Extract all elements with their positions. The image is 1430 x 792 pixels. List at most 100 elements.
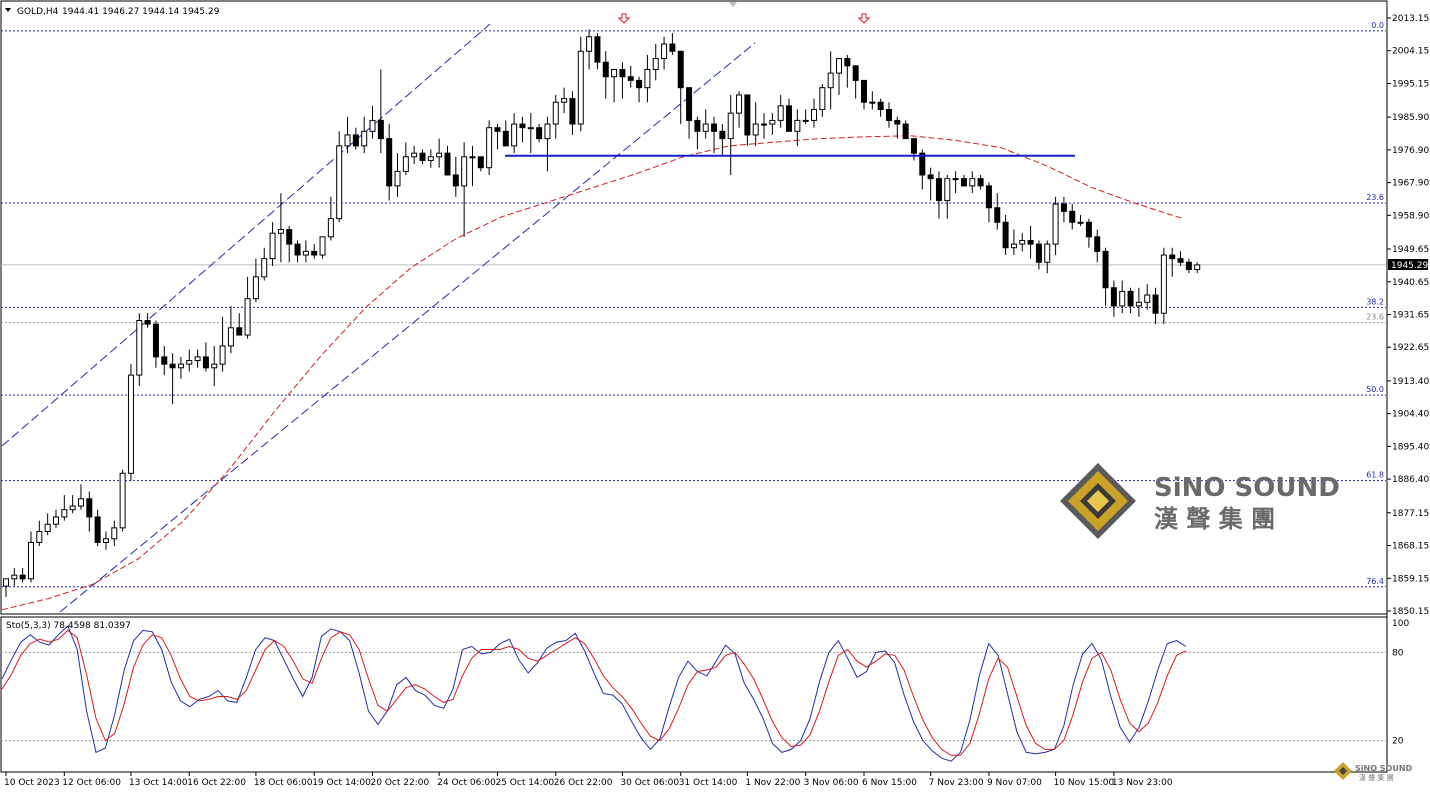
candle-body [177, 363, 184, 369]
price-tick-label: 1868.15 [1392, 542, 1429, 552]
candle-body [236, 327, 243, 336]
candle-body [727, 112, 734, 140]
time-tick-label: 6 Nov 15:00 [862, 778, 917, 788]
candle-body [494, 127, 501, 132]
candle-body [511, 123, 518, 147]
candle-body [544, 123, 551, 140]
candle-body [169, 363, 176, 369]
candle-body [352, 134, 359, 147]
price-tick-label: 1877.15 [1392, 509, 1429, 519]
ohlc-readout: 1944.41 1946.27 1944.14 1945.29 [62, 7, 220, 17]
candle-body [36, 531, 43, 543]
candle-body [1135, 301, 1142, 307]
symbol-label: GOLD,H4 [17, 7, 59, 17]
time-tick-label: 19 Oct 14:00 [312, 778, 371, 788]
candle-body [461, 156, 468, 187]
time-tick-label: 25 Oct 14:00 [495, 778, 554, 788]
candle-body [19, 574, 26, 580]
candle-body [136, 320, 143, 376]
stochastic-oscillator: 100 80 20 [1, 619, 1409, 762]
candle-body [411, 152, 418, 158]
candle-body [852, 65, 859, 81]
dropdown-triangle-icon[interactable] [5, 8, 11, 12]
candle-body [977, 178, 984, 187]
time-tick-label: 13 Oct 14:00 [129, 778, 188, 788]
price-tick-label: 1850.15 [1392, 607, 1429, 617]
candle-body [902, 123, 909, 140]
candle-body [860, 79, 867, 103]
candle-body [152, 323, 159, 358]
fib-label: 38.2 [1366, 297, 1384, 306]
stoch-tick-label: 20 [1392, 737, 1404, 747]
candle-body [27, 541, 34, 580]
fib-label: 23.6 [1366, 313, 1384, 322]
candle-body [61, 509, 68, 518]
sino-sound-logo [1060, 463, 1136, 539]
candle-body [694, 119, 701, 132]
time-tick-label: 10 Oct 2023 [4, 778, 60, 788]
candle-body [611, 68, 618, 78]
chart-canvas[interactable]: 0.0 23.6 38.2 23.6 50.0 61.8 76.4 2013.15 2004.… [0, 0, 1430, 792]
fib-label: 23.6 [1366, 193, 1384, 202]
candle-body [586, 36, 593, 52]
candle-body [402, 156, 409, 172]
candle-body [619, 68, 626, 78]
candle-body [127, 374, 134, 474]
candle-body [1027, 239, 1034, 245]
candle-body [369, 119, 376, 132]
candle-body [1002, 221, 1009, 249]
candle-body [86, 498, 93, 518]
candle-body [1094, 236, 1101, 252]
candle-body [669, 43, 676, 52]
candle-body [636, 79, 643, 89]
candle-body [794, 119, 801, 132]
candle-body [827, 72, 834, 89]
candle-body [910, 138, 917, 154]
candle-body [952, 178, 959, 181]
candle-body [711, 123, 718, 132]
price-tick-label: 1922.65 [1392, 343, 1429, 353]
shift-marker-icon[interactable] [729, 2, 737, 7]
chart-window: 0.0 23.6 38.2 23.6 50.0 61.8 76.4 2013.15 2004.… [0, 0, 1430, 792]
price-tick-label: 1967.90 [1392, 179, 1429, 189]
candle-body [686, 87, 693, 121]
fib-label: 76.4 [1366, 577, 1384, 586]
candle-body [752, 123, 759, 136]
candle-body [452, 174, 459, 187]
stoch-tick-label: 100 [1392, 619, 1409, 629]
candle-body [386, 138, 393, 187]
stoch-signal-line [1, 629, 1187, 756]
candle-body [561, 98, 568, 103]
price-axis: 2013.15 2004.15 1995.15 1985.90 1976.90 1967.… [1387, 14, 1429, 617]
candle-body [1044, 243, 1051, 263]
price-tick-label: 1913.40 [1392, 377, 1429, 387]
candle-body [436, 152, 443, 158]
time-tick-label: 10 Nov 15:00 [1054, 778, 1115, 788]
time-tick-label: 9 Nov 07:00 [987, 778, 1042, 788]
time-tick-label: 30 Oct 06:00 [620, 778, 679, 788]
candle-body [644, 68, 651, 89]
candle-body [960, 178, 967, 187]
time-tick-label: 31 Oct 14:00 [679, 778, 738, 788]
time-tick-label: 3 Nov 06:00 [804, 778, 859, 788]
candle-body [319, 236, 326, 256]
candle-body [427, 156, 434, 161]
candle-body [661, 43, 668, 60]
candle-body [1110, 287, 1117, 307]
candle-body [1069, 210, 1076, 223]
candle-body [269, 232, 276, 260]
candle-body [1102, 250, 1109, 289]
candle-body [144, 320, 151, 325]
candle-body [1077, 221, 1084, 224]
candle-body [111, 527, 118, 540]
candle-body [994, 207, 1001, 223]
time-tick-label: 12 Oct 06:00 [62, 778, 121, 788]
candle-body [1185, 261, 1192, 271]
candle-body [786, 105, 793, 132]
candle-body [3, 578, 9, 587]
candle-body [44, 523, 51, 533]
candle-body [985, 185, 992, 209]
price-tick-label: 1859.15 [1392, 574, 1429, 584]
candle-body [261, 258, 268, 278]
candle-body [477, 156, 484, 169]
